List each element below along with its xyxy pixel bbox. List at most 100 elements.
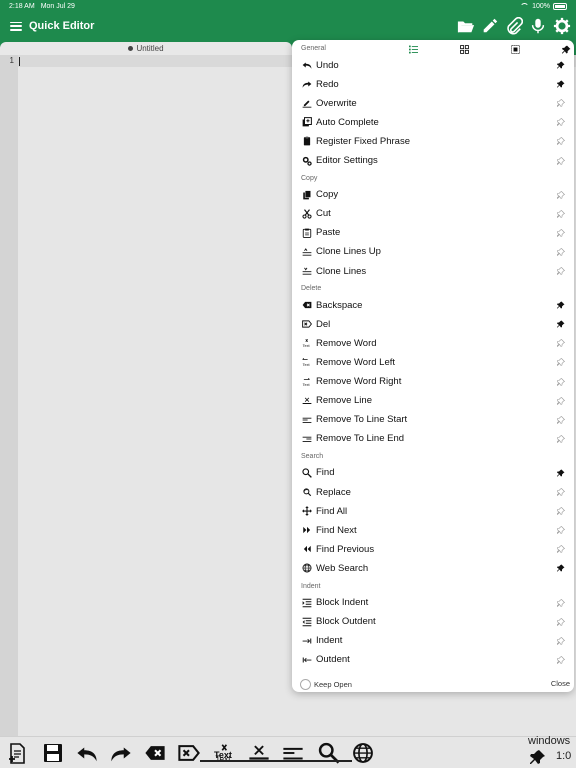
menu-item-cut[interactable]: Cut — [302, 206, 566, 222]
menu-item-clone-lines-up[interactable]: Clone Lines Up — [302, 244, 566, 260]
toolbar-remove-line-button[interactable] — [246, 740, 272, 766]
menu-item-label: Remove Line — [316, 395, 372, 407]
pin-toggle[interactable] — [556, 396, 566, 406]
pin-icon[interactable] — [530, 749, 546, 765]
pin-toggle[interactable] — [556, 209, 566, 219]
pin-toggle[interactable] — [556, 266, 566, 276]
pin-toggle[interactable] — [556, 544, 566, 554]
backspace-icon — [145, 746, 165, 760]
menu-item-remove-to-line-end[interactable]: Remove To Line End — [302, 431, 566, 447]
menu-item-find-next[interactable]: Find Next — [302, 522, 566, 538]
line-ending-label[interactable]: windows — [528, 735, 570, 747]
toolbar-delete-button[interactable] — [176, 740, 202, 766]
pin-toggle[interactable] — [556, 247, 566, 257]
menu-view-tab-pin[interactable] — [541, 43, 574, 55]
toolbar-globe-button[interactable] — [350, 740, 376, 766]
pin-toggle[interactable] — [556, 636, 566, 646]
menu-item-remove-to-line-start[interactable]: Remove To Line Start — [302, 412, 566, 428]
menu-view-tab-grid[interactable] — [439, 43, 490, 55]
pin-toggle[interactable] — [556, 300, 566, 310]
pin-toggle[interactable] — [556, 563, 566, 573]
menu-item-block-indent[interactable]: Block Indent — [302, 595, 566, 611]
pin-toggle[interactable] — [556, 598, 566, 608]
pin-toggle[interactable] — [556, 79, 566, 89]
menu-item-remove-word-right[interactable]: Text Remove Word Right — [302, 374, 566, 390]
menu-item-overwrite[interactable]: Overwrite — [302, 95, 566, 111]
menu-item-label: Clone Lines — [316, 265, 367, 277]
menu-item-icon — [302, 79, 315, 90]
pin-toggle[interactable] — [556, 487, 566, 497]
keep-open-label[interactable]: Keep Open — [314, 680, 352, 689]
menu-item-redo[interactable]: Redo — [302, 76, 566, 92]
menu-item-icon — [302, 155, 315, 166]
menu-item-label: Cut — [316, 208, 331, 220]
menu-item-find-all[interactable]: Find All — [302, 503, 566, 519]
pin-toggle[interactable] — [556, 117, 566, 127]
menu-item-del[interactable]: Del — [302, 316, 566, 332]
pin-outline-icon — [557, 526, 565, 535]
app-title: Quick Editor — [29, 20, 95, 32]
menu-item-remove-line[interactable]: Remove Line — [302, 393, 566, 409]
menu-item-find[interactable]: Find — [302, 465, 566, 481]
pin-toggle[interactable] — [556, 468, 566, 478]
menu-item-remove-word-left[interactable]: Text Remove Word Left — [302, 354, 566, 370]
pin-toggle[interactable] — [556, 525, 566, 535]
menu-item-auto-complete[interactable]: Auto Complete — [302, 114, 566, 130]
open-folder-button[interactable] — [456, 15, 476, 37]
pin-outline-icon — [557, 118, 565, 127]
menu-item-indent[interactable]: Indent — [302, 633, 566, 649]
menu-item-register-fixed-phrase[interactable]: Register Fixed Phrase — [302, 133, 566, 149]
menu-item-label: Copy — [316, 189, 339, 201]
pin-toggle[interactable] — [556, 190, 566, 200]
toolbar-magnifier-button[interactable] — [316, 740, 342, 766]
edit-button[interactable] — [480, 15, 500, 37]
menu-item-web-search[interactable]: Web Search — [302, 560, 566, 576]
settings-button[interactable] — [552, 15, 572, 37]
pin-toggle[interactable] — [556, 415, 566, 425]
clipboard-icon — [303, 137, 311, 146]
pin-toggle[interactable] — [556, 377, 566, 387]
menu-item-paste[interactable]: Paste — [302, 225, 566, 241]
pin-toggle[interactable] — [556, 98, 566, 108]
menu-item-undo[interactable]: Undo — [302, 57, 566, 73]
keep-open-radio[interactable] — [300, 678, 311, 690]
pin-toggle[interactable] — [556, 338, 566, 348]
menu-item-clone-lines[interactable]: Clone Lines — [302, 263, 566, 279]
menu-view-tab-list[interactable] — [388, 43, 439, 55]
pencil-icon — [483, 18, 498, 33]
menu-item-block-outdent[interactable]: Block Outdent — [302, 614, 566, 630]
menu-item-copy[interactable]: Copy — [302, 187, 566, 203]
pin-toggle[interactable] — [556, 506, 566, 516]
auto-complete-icon — [302, 117, 312, 127]
menu-view-tab-select[interactable] — [490, 43, 541, 55]
attach-button[interactable] — [504, 15, 524, 37]
menu-item-find-previous[interactable]: Find Previous — [302, 541, 566, 557]
menu-item-backspace[interactable]: Backspace — [302, 297, 566, 313]
toolbar-save-button[interactable] — [40, 740, 66, 766]
toolbar-undo-button[interactable] — [74, 740, 100, 766]
menu-item-outdent[interactable]: Outdent — [302, 652, 566, 668]
voice-input-button[interactable] — [528, 15, 548, 37]
pin-outline-icon — [557, 598, 565, 607]
pin-toggle[interactable] — [556, 434, 566, 444]
tab-untitled[interactable]: Untitled — [0, 42, 292, 55]
toolbar-new-file-button[interactable] — [6, 740, 32, 766]
toolbar-remove-line-start-button[interactable] — [280, 740, 306, 766]
pin-toggle[interactable] — [556, 228, 566, 238]
pin-toggle[interactable] — [556, 136, 566, 146]
pin-toggle[interactable] — [556, 60, 566, 70]
pin-toggle[interactable] — [556, 617, 566, 627]
toolbar-text-label: Text — [214, 750, 232, 760]
pin-outline-icon — [557, 377, 565, 386]
menu-item-remove-word[interactable]: Text Remove Word — [302, 335, 566, 351]
menu-item-editor-settings[interactable]: Editor Settings — [302, 153, 566, 169]
menu-item-replace[interactable]: Replace — [302, 484, 566, 500]
pin-toggle[interactable] — [556, 357, 566, 367]
toolbar-backspace-button[interactable] — [142, 740, 168, 766]
hamburger-menu-icon[interactable] — [10, 21, 22, 31]
close-button[interactable]: Close — [551, 679, 570, 688]
pin-toggle[interactable] — [556, 319, 566, 329]
pin-toggle[interactable] — [556, 655, 566, 665]
pin-toggle[interactable] — [556, 156, 566, 166]
toolbar-redo-button[interactable] — [108, 740, 134, 766]
